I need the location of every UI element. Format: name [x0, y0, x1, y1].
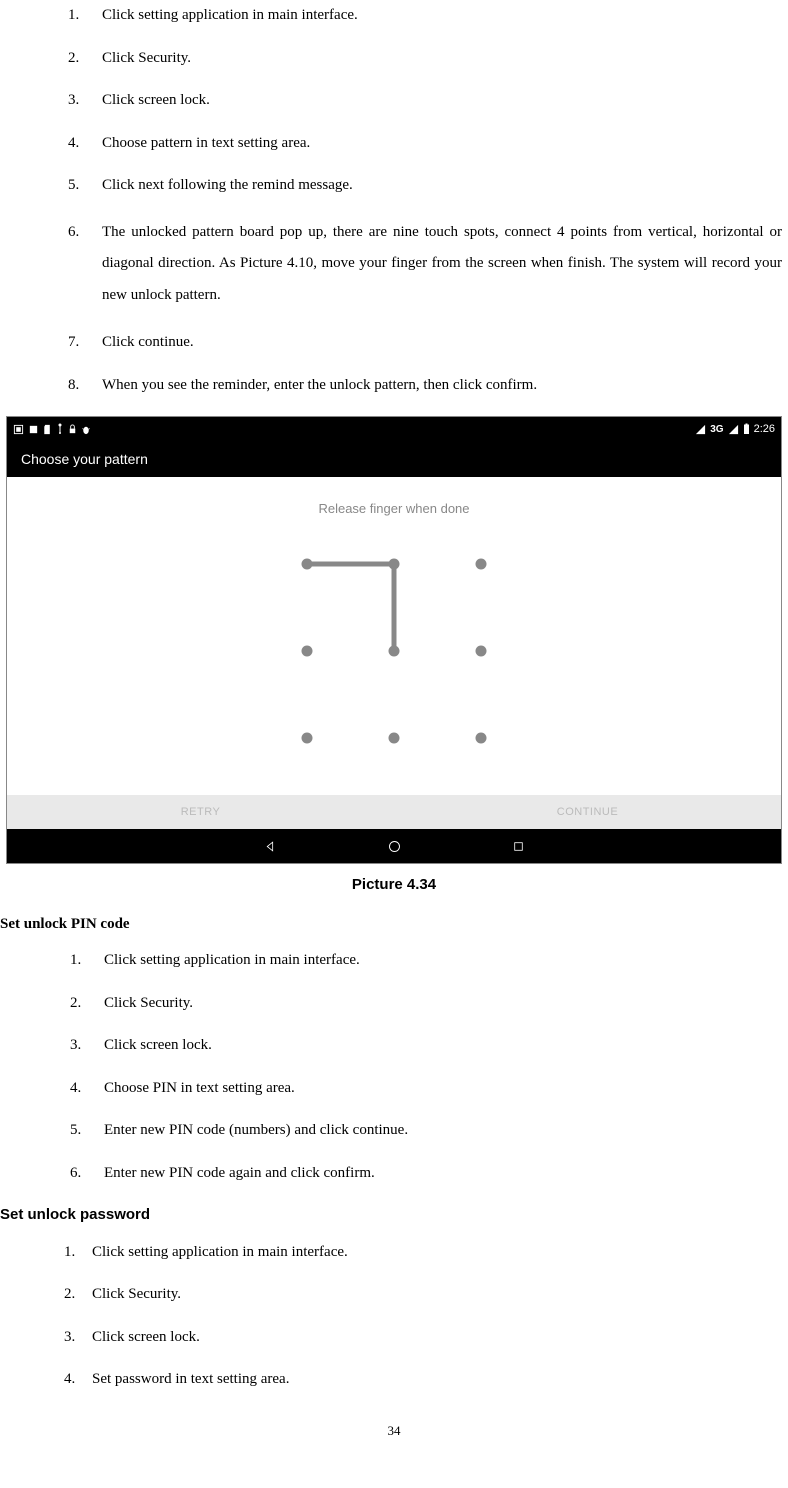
app-title: Choose your pattern — [7, 441, 781, 477]
list-number: 3. — [68, 89, 102, 112]
figure-caption: Picture 4.34 — [0, 874, 788, 897]
list-text: Click Security. — [102, 47, 782, 70]
screenshot-icon — [13, 424, 24, 435]
list-text: Choose pattern in text setting area. — [102, 132, 782, 155]
list-text: Click continue. — [102, 331, 782, 354]
bottom-button-bar: RETRY CONTINUE — [7, 795, 781, 829]
signal-icon — [695, 424, 706, 435]
heading-pin: Set unlock PIN code — [0, 913, 788, 936]
list-text: The unlocked pattern board pop up, there… — [102, 217, 782, 312]
list-item: 3. Click screen lock. — [68, 89, 782, 112]
list-text: Click Security. — [92, 1283, 782, 1306]
list-item: 3. Click screen lock. — [64, 1326, 782, 1349]
back-icon[interactable] — [264, 840, 277, 853]
list-number: 2. — [70, 992, 104, 1015]
list-text: Enter new PIN code (numbers) and click c… — [104, 1119, 782, 1142]
list-number: 5. — [70, 1119, 104, 1142]
list-item: 4. Choose PIN in text setting area. — [70, 1077, 782, 1100]
list-number: 2. — [64, 1283, 92, 1306]
signal-icon-2 — [728, 424, 739, 435]
status-right-icons: 3G 2:26 — [695, 421, 775, 438]
list-item: 1. Click setting application in main int… — [70, 949, 782, 972]
list-item: 4. Choose pattern in text setting area. — [68, 132, 782, 155]
pattern-grid[interactable] — [284, 541, 504, 761]
home-icon[interactable] — [387, 839, 402, 854]
list-number: 4. — [70, 1077, 104, 1100]
notification-icon — [28, 424, 39, 435]
list-item: 5. Enter new PIN code (numbers) and clic… — [70, 1119, 782, 1142]
list-item: 2. Click Security. — [70, 992, 782, 1015]
list-item: 5. Click next following the remind messa… — [68, 174, 782, 197]
list-number: 2. — [68, 47, 102, 70]
list-number: 1. — [70, 949, 104, 972]
list-number: 1. — [68, 4, 102, 27]
list-number: 4. — [64, 1368, 92, 1391]
list-number: 1. — [64, 1241, 92, 1264]
pattern-steps-list: 1. Click setting application in main int… — [68, 4, 782, 396]
retry-button[interactable]: RETRY — [7, 795, 394, 829]
list-item: 6. Enter new PIN code again and click co… — [70, 1162, 782, 1185]
list-number: 8. — [68, 374, 102, 397]
list-text: Click Security. — [104, 992, 782, 1015]
pattern-dot[interactable] — [476, 558, 487, 569]
network-label: 3G — [710, 422, 723, 437]
list-text: When you see the reminder, enter the unl… — [102, 374, 782, 397]
list-item: 3. Click screen lock. — [70, 1034, 782, 1057]
list-text: Click next following the remind message. — [102, 174, 782, 197]
list-item: 2. Click Security. — [68, 47, 782, 70]
pattern-dot[interactable] — [302, 558, 313, 569]
list-item: 1. Click setting application in main int… — [68, 4, 782, 27]
list-number: 3. — [64, 1326, 92, 1349]
status-left-icons — [13, 423, 91, 435]
pattern-dot[interactable] — [476, 732, 487, 743]
sd-icon — [43, 424, 52, 435]
list-item: 4. Set password in text setting area. — [64, 1368, 782, 1391]
pattern-area: Release finger when done — [7, 477, 781, 795]
list-text: Choose PIN in text setting area. — [104, 1077, 782, 1100]
pattern-dot[interactable] — [389, 645, 400, 656]
list-item: 2. Click Security. — [64, 1283, 782, 1306]
list-text: Click setting application in main interf… — [102, 4, 782, 27]
recent-icon[interactable] — [512, 840, 525, 853]
pattern-dot[interactable] — [389, 732, 400, 743]
list-text: Click setting application in main interf… — [104, 949, 782, 972]
list-text: Click setting application in main interf… — [92, 1241, 782, 1264]
list-number: 4. — [68, 132, 102, 155]
embedded-screenshot: 3G 2:26 Choose your pattern Release fing… — [6, 416, 782, 864]
password-steps-list: 1. Click setting application in main int… — [64, 1241, 782, 1391]
battery-icon — [743, 423, 750, 435]
list-number: 6. — [70, 1162, 104, 1185]
list-item: 1. Click setting application in main int… — [64, 1241, 782, 1264]
list-number: 3. — [70, 1034, 104, 1057]
page-number: 34 — [0, 1421, 788, 1441]
list-text: Click screen lock. — [104, 1034, 782, 1057]
pattern-dot[interactable] — [476, 645, 487, 656]
clock-label: 2:26 — [754, 421, 775, 438]
pattern-dot[interactable] — [302, 732, 313, 743]
debug-icon — [81, 424, 91, 435]
list-number: 7. — [68, 331, 102, 354]
pattern-dot[interactable] — [389, 558, 400, 569]
list-text: Click screen lock. — [92, 1326, 782, 1349]
pin-steps-list: 1. Click setting application in main int… — [70, 949, 782, 1184]
usb-icon — [56, 423, 64, 435]
lock-icon — [68, 424, 77, 435]
list-number: 5. — [68, 174, 102, 197]
continue-button[interactable]: CONTINUE — [394, 795, 781, 829]
list-text: Set password in text setting area. — [92, 1368, 782, 1391]
heading-password: Set unlock password — [0, 1204, 788, 1227]
pattern-dot[interactable] — [302, 645, 313, 656]
list-item: 8. When you see the reminder, enter the … — [68, 374, 782, 397]
list-number: 6. — [68, 217, 102, 249]
nav-bar — [7, 829, 781, 863]
status-bar: 3G 2:26 — [7, 417, 781, 441]
instruction-text: Release finger when done — [318, 499, 469, 519]
list-text: Enter new PIN code again and click confi… — [104, 1162, 782, 1185]
list-item: 6. The unlocked pattern board pop up, th… — [68, 217, 782, 312]
list-item: 7. Click continue. — [68, 331, 782, 354]
list-text: Click screen lock. — [102, 89, 782, 112]
